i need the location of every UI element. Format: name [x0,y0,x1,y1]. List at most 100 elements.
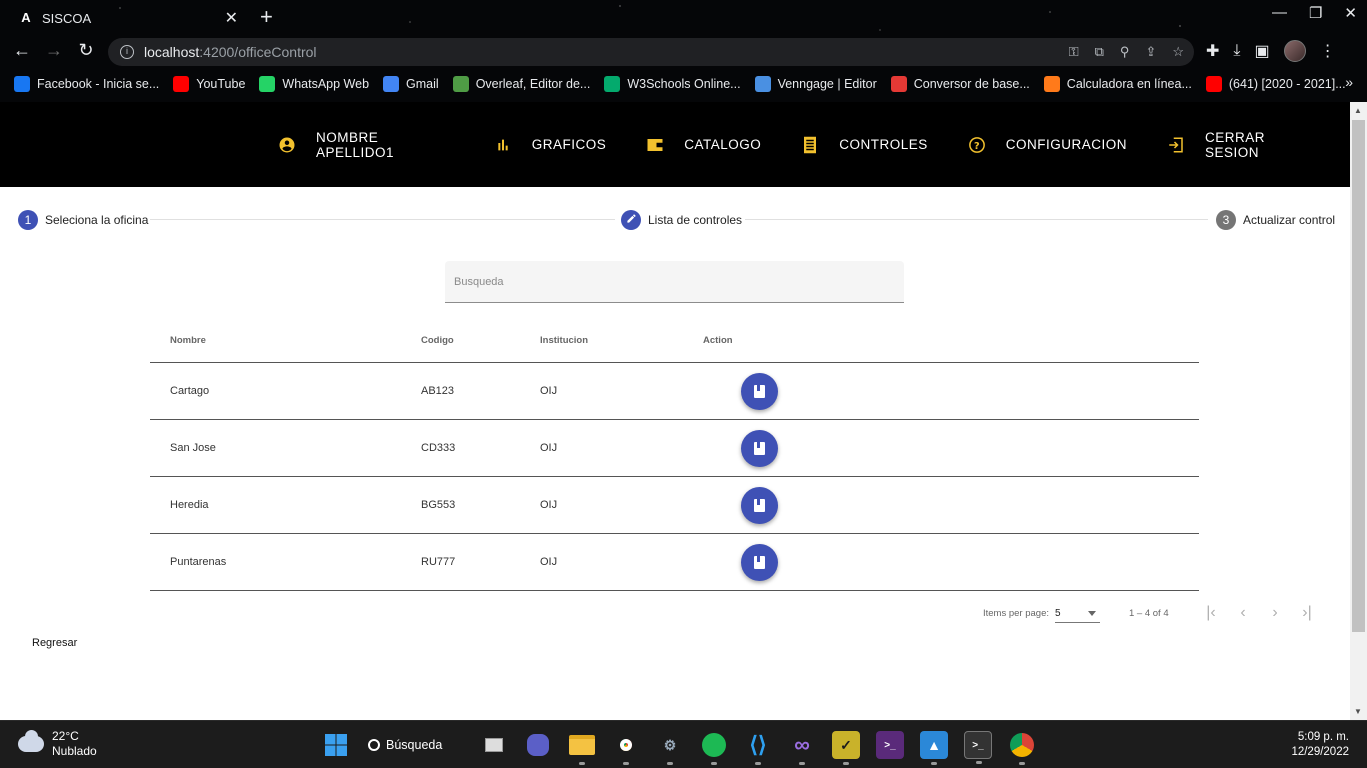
search-icon [368,739,380,751]
spotify-icon[interactable] [700,731,728,765]
step-label: Seleciona la oficina [45,213,149,227]
star-icon[interactable]: ☆ [1172,44,1184,60]
select-office-button[interactable] [741,487,778,524]
docs-icon [383,76,400,92]
cell-codigo: RU777 [421,556,456,568]
reload-icon[interactable]: ↻ [74,40,98,61]
site-info-icon[interactable]: i [120,45,134,59]
bookmark-item[interactable]: WhatsApp Web [259,76,369,92]
range-label: 1 – 4 of 4 [1129,608,1169,619]
bookmark-label: Calculadora en línea... [1066,77,1192,91]
column-header-codigo[interactable]: Codigo [421,335,454,346]
dev-tool-icon[interactable]: ✓ [832,731,860,765]
nav-item-graficos[interactable]: GRAFICOS [486,136,607,154]
nav-item-controles[interactable]: CONTROLES [793,136,928,154]
minimize-icon[interactable]: — [1272,4,1287,22]
back-icon[interactable]: ← [10,40,34,61]
last-page-icon[interactable]: ›| [1297,604,1317,622]
scroll-down-icon[interactable]: ▼ [1354,707,1362,716]
weather-widget[interactable]: 22°C Nublado [18,729,97,759]
file-explorer-icon[interactable] [568,731,596,765]
bookmark-item[interactable]: Facebook - Inicia se... [14,76,159,92]
bookmarks-more-icon[interactable]: » [1345,74,1353,90]
bookmark-label: Overleaf, Editor de... [475,77,591,91]
items-per-page-label: Items per page: [983,608,1050,619]
key-icon[interactable]: ⚿ [1069,44,1079,60]
new-tab-button[interactable]: + [260,4,273,30]
windows-start-icon[interactable] [322,731,350,759]
next-page-icon[interactable]: › [1265,604,1285,622]
select-office-button[interactable] [741,544,778,581]
task-view-icon[interactable] [480,731,508,759]
bookmark-item[interactable]: Venngage | Editor [754,76,877,92]
bookmark-item[interactable]: Gmail [383,76,439,92]
tab-title: SISCOA [42,10,92,26]
close-window-icon[interactable]: ✕ [1344,4,1357,22]
bookmark-item[interactable]: (641) [2020 - 2021]... [1205,76,1346,92]
column-header-nombre[interactable]: Nombre [170,335,206,346]
search-field[interactable] [445,261,904,303]
download-icon[interactable]: ⤓ [1233,42,1240,60]
clock-date: 12/29/2022 [1291,746,1349,758]
nav-item-configuracion[interactable]: ? CONFIGURACION [960,136,1127,154]
settings-gear-icon[interactable]: ⚙ [656,731,684,765]
bookmark-item[interactable]: W3Schools Online... [604,76,741,92]
extensions-icon[interactable]: ✚ [1206,41,1219,61]
nav-item-cerrar-sesion[interactable]: CERRAR SESION [1159,130,1318,160]
column-header-institucion[interactable]: Institucion [540,335,588,346]
cell-institucion: OIJ [540,442,558,454]
bar-chart-icon [494,136,512,154]
scroll-thumb[interactable] [1352,120,1365,632]
forward-icon[interactable]: → [42,40,66,61]
visual-studio-icon[interactable]: ∞ [788,731,816,765]
taskbar-search-label: Búsqueda [386,738,443,752]
previous-page-icon[interactable]: ‹ [1233,604,1253,622]
zoom-icon[interactable]: ⚲ [1120,44,1130,60]
step-label: Actualizar control [1243,213,1336,227]
step-control-list[interactable]: Lista de controles [621,210,742,230]
profile-avatar[interactable] [1283,40,1306,62]
page-size-value: 5 [1055,608,1061,619]
photos-icon[interactable]: ▲ [920,731,948,765]
terminal-icon[interactable]: >_ [964,731,992,764]
back-link[interactable]: Regresar [32,637,77,649]
page-scrollbar[interactable]: ▲ ▼ [1350,102,1367,720]
side-panel-icon[interactable]: ▣ [1254,41,1269,61]
address-bar[interactable]: i localhost:4200/officeControl ⚿ ⧉ ⚲ ⇪ ☆ [108,38,1194,66]
page-size-select[interactable]: 5 [1055,604,1100,623]
bookmark-item[interactable]: YouTube [173,76,245,92]
terminal-purple-icon[interactable]: >_ [876,731,904,759]
nav-item-label: GRAFICOS [531,137,607,152]
search-input[interactable] [445,261,904,302]
bookmark-item[interactable]: Calculadora en línea... [1043,76,1192,92]
step-number: 1 [18,210,38,230]
chrome-icon[interactable] [612,731,640,765]
bookmark-label: Conversor de base... [913,77,1030,91]
bookmark-label: WhatsApp Web [282,77,370,91]
scroll-up-icon[interactable]: ▲ [1354,106,1362,115]
cell-institucion: OIJ [540,499,558,511]
menu-kebab-icon[interactable]: ⋮ [1320,41,1336,61]
maximize-icon[interactable]: ❐ [1309,4,1322,22]
bookmark-item[interactable]: Conversor de base... [890,76,1030,92]
select-office-button[interactable] [741,373,778,410]
chat-icon[interactable] [527,734,549,756]
select-office-button[interactable] [741,430,778,467]
browser-tab[interactable]: A SISCOA ✕ [8,4,248,32]
bookmark-item[interactable]: Overleaf, Editor de... [452,76,591,92]
vscode-icon[interactable]: ⟨⟩ [744,731,772,765]
chrome-icon[interactable] [1008,731,1036,765]
first-page-icon[interactable]: |‹ [1201,604,1221,622]
step-select-office[interactable]: 1 Seleciona la oficina [18,210,148,230]
close-tab-icon[interactable]: ✕ [225,8,238,28]
taskbar-search[interactable]: Búsqueda [366,730,462,760]
step-update-control[interactable]: 3 Actualizar control [1216,210,1335,230]
share-icon[interactable]: ⇪ [1145,44,1156,60]
nav-item-nombre-apellido1[interactable]: NOMBRE APELLIDO1 [270,130,454,160]
url-host: localhost [144,44,200,60]
url-text[interactable]: localhost:4200/officeControl [144,44,317,60]
nav-item-catalogo[interactable]: CATALOGO [638,136,761,154]
system-clock[interactable]: 5:09 p. m. 12/29/2022 [1291,730,1349,760]
bookmark-label: YouTube [196,77,246,91]
translate-icon[interactable]: ⧉ [1095,44,1104,60]
